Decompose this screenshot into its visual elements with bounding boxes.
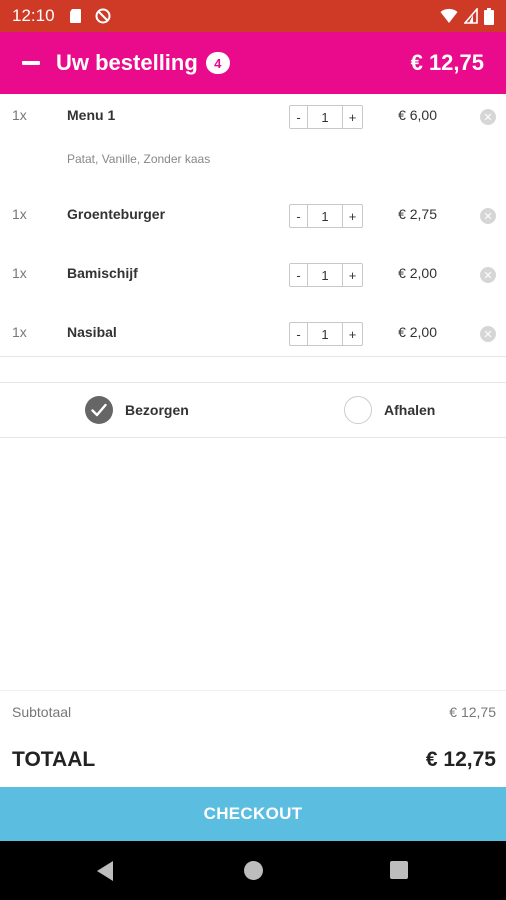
delivery-options: Bezorgen Afhalen bbox=[0, 383, 506, 437]
total-row: TOTAAL € 12,75 bbox=[0, 744, 506, 776]
quantity-stepper: - 1 + bbox=[289, 204, 363, 228]
header-title: Uw bestelling bbox=[56, 50, 198, 75]
decrease-button[interactable]: - bbox=[290, 106, 308, 128]
item-qty: 1x bbox=[12, 324, 27, 340]
remove-item-icon[interactable]: ✕ bbox=[480, 208, 496, 224]
item-price: € 2,00 bbox=[398, 265, 437, 281]
sd-card-icon bbox=[69, 9, 81, 23]
quantity-value: 1 bbox=[321, 208, 329, 224]
quantity-stepper: - 1 + bbox=[289, 263, 363, 287]
quantity-stepper: - 1 + bbox=[289, 322, 363, 346]
battery-icon bbox=[484, 7, 494, 25]
back-icon[interactable] bbox=[95, 860, 115, 882]
order-item: 1x Groenteburger - 1 + € 2,75 ✕ bbox=[0, 194, 506, 234]
option-bezorgen[interactable]: Bezorgen bbox=[85, 396, 189, 424]
item-price: € 2,00 bbox=[398, 324, 437, 340]
order-item: 1x Bamischijf - 1 + € 2,00 ✕ bbox=[0, 253, 506, 293]
option-label: Bezorgen bbox=[125, 402, 189, 418]
item-price: € 6,00 bbox=[398, 107, 437, 123]
increase-button[interactable]: + bbox=[342, 106, 362, 128]
decrease-button[interactable]: - bbox=[290, 264, 308, 286]
total-label: TOTAAL bbox=[12, 748, 96, 771]
increase-button[interactable]: + bbox=[342, 205, 362, 227]
item-qty: 1x bbox=[12, 206, 27, 222]
divider bbox=[0, 356, 506, 357]
checkout-button[interactable]: CHECKOUT bbox=[0, 787, 506, 841]
quantity-value: 1 bbox=[321, 326, 329, 342]
option-label: Afhalen bbox=[384, 402, 436, 418]
decrease-button[interactable]: - bbox=[290, 205, 308, 227]
item-count-badge: 4 bbox=[205, 52, 230, 74]
remove-item-icon[interactable]: ✕ bbox=[480, 326, 496, 342]
item-qty: 1x bbox=[12, 107, 27, 123]
order-item: 1x Menu 1 - 1 + € 6,00 ✕ bbox=[0, 95, 506, 135]
option-afhalen[interactable]: Afhalen bbox=[344, 396, 435, 424]
status-bar: 12:10 bbox=[0, 0, 506, 32]
subtotal-value: € 12,75 bbox=[449, 704, 496, 720]
recents-icon[interactable] bbox=[390, 861, 408, 879]
wifi-icon bbox=[440, 8, 458, 23]
minus-icon[interactable] bbox=[22, 61, 40, 65]
divider bbox=[0, 690, 506, 691]
divider bbox=[0, 437, 506, 438]
subtotal-row: Subtotaal € 12,75 bbox=[0, 700, 506, 724]
increase-button[interactable]: + bbox=[342, 264, 362, 286]
checkmark-icon[interactable] bbox=[85, 396, 113, 424]
increase-button[interactable]: + bbox=[342, 323, 362, 345]
home-icon[interactable] bbox=[244, 861, 263, 880]
quantity-stepper: - 1 + bbox=[289, 105, 363, 129]
order-item: 1x Nasibal - 1 + € 2,00 ✕ bbox=[0, 312, 506, 352]
subtotal-label: Subtotaal bbox=[12, 704, 72, 720]
order-header[interactable]: Uw bestelling 4 € 12,75 bbox=[0, 32, 506, 94]
item-name: Groenteburger bbox=[67, 206, 166, 222]
decrease-button[interactable]: - bbox=[290, 323, 308, 345]
quantity-value: 1 bbox=[321, 109, 329, 125]
item-qty: 1x bbox=[12, 265, 27, 281]
item-name: Nasibal bbox=[67, 324, 117, 340]
item-extras: Patat, Vanille, Zonder kaas bbox=[67, 152, 211, 166]
item-name: Bamischijf bbox=[67, 265, 138, 281]
system-nav-bar bbox=[0, 841, 506, 900]
total-value: € 12,75 bbox=[425, 748, 496, 771]
item-name: Menu 1 bbox=[67, 107, 116, 123]
remove-item-icon[interactable]: ✕ bbox=[480, 267, 496, 283]
radio-circle-icon[interactable] bbox=[344, 396, 372, 424]
signal-icon bbox=[464, 8, 478, 24]
quantity-value: 1 bbox=[321, 267, 329, 283]
status-time: 12:10 bbox=[12, 6, 55, 25]
item-price: € 2,75 bbox=[398, 206, 437, 222]
no-disturb-icon bbox=[95, 8, 111, 24]
remove-item-icon[interactable]: ✕ bbox=[480, 109, 496, 125]
header-total: € 12,75 bbox=[410, 50, 484, 75]
